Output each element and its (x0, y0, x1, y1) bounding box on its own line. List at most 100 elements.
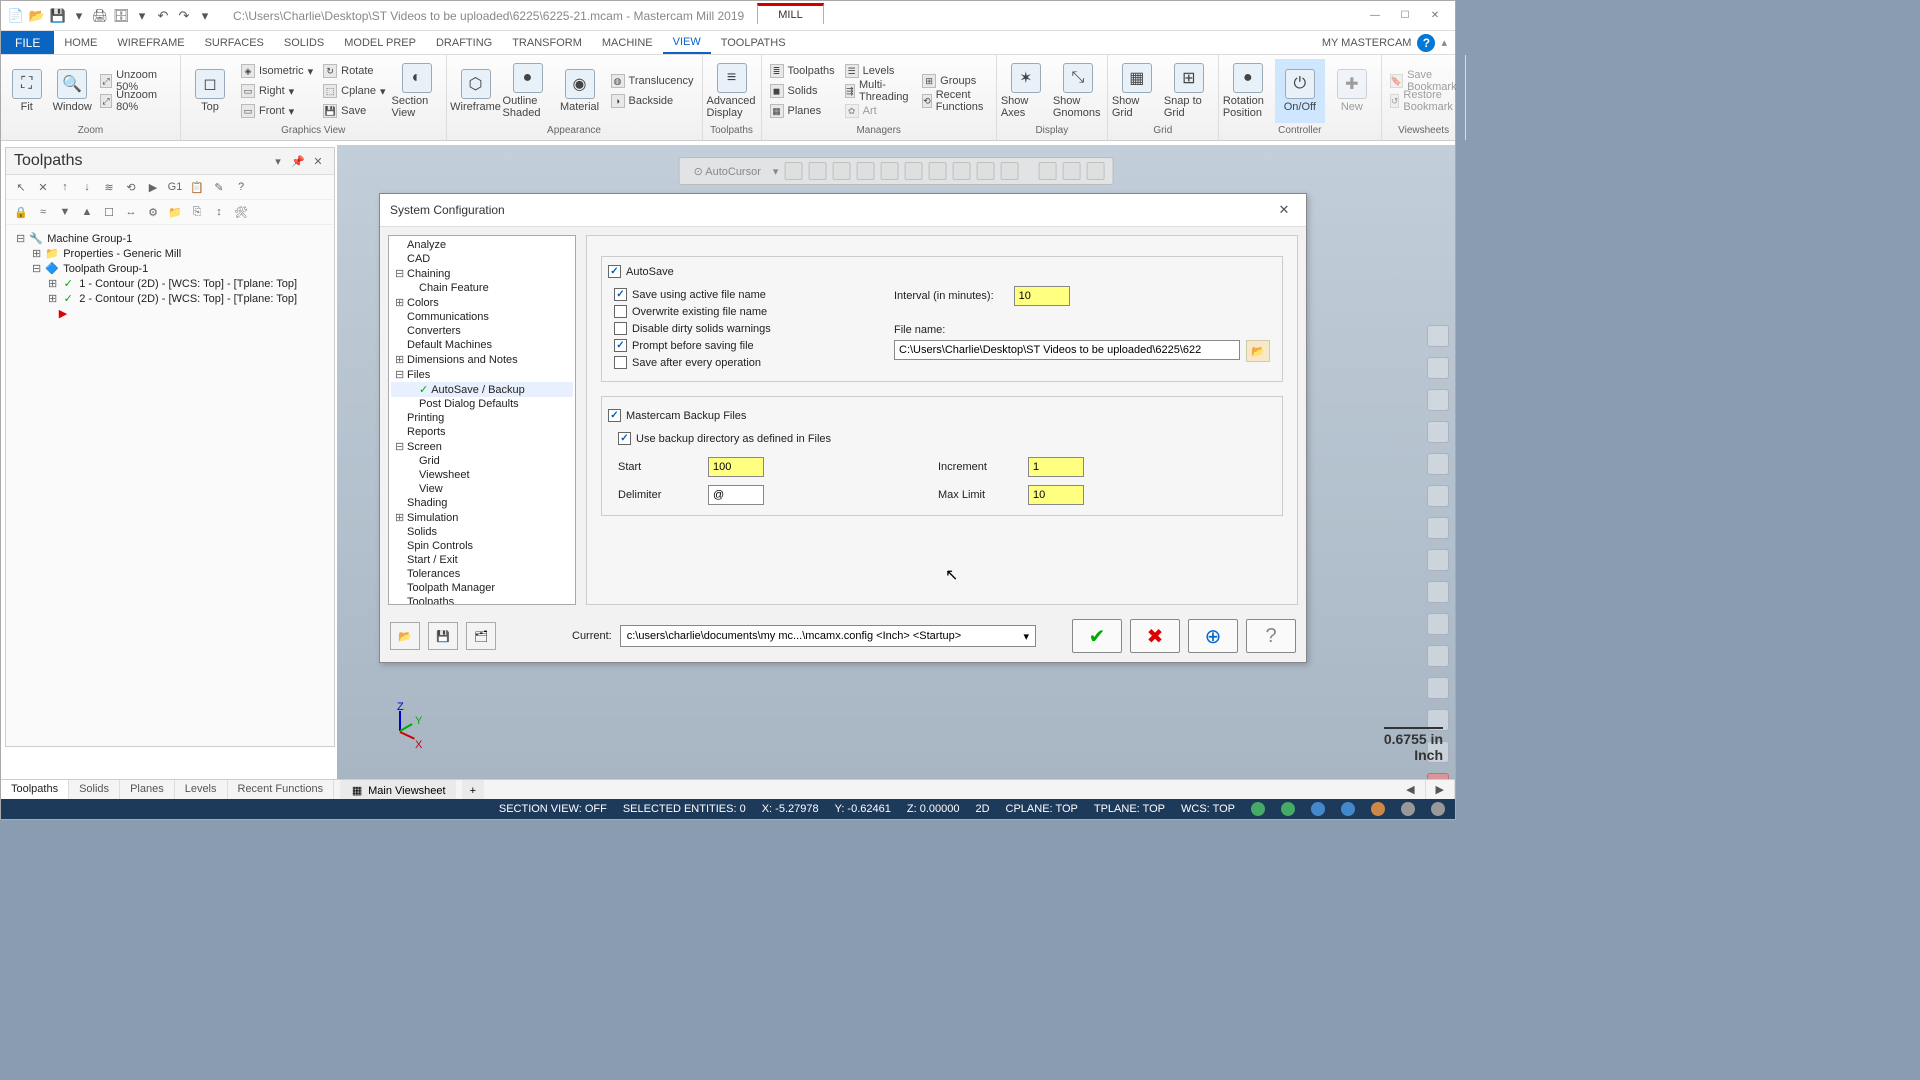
ac-btn-7[interactable] (928, 162, 946, 180)
show-gnomons-button[interactable]: ⤡Show Gnomons (1053, 59, 1103, 123)
window-zoom-button[interactable]: 🔍Window (50, 59, 93, 123)
tb-post-icon[interactable]: 📋 (188, 178, 206, 196)
tb-lock-icon[interactable]: 🔒 (12, 203, 30, 221)
tb-insert-icon[interactable]: ⎘ (188, 203, 206, 221)
add-viewsheet-button[interactable]: + (462, 780, 484, 801)
translucency-button[interactable]: ◍Translucency (607, 72, 698, 90)
tb-edit-icon[interactable]: ✎ (210, 178, 228, 196)
qat-down-icon[interactable]: ▾ (70, 7, 88, 25)
operations-tree[interactable]: ⊟🔧Machine Group-1 ⊞📁Properties - Generic… (6, 225, 334, 326)
gutter-11[interactable] (1427, 645, 1449, 667)
qat-redo-icon[interactable]: ↷ (175, 7, 193, 25)
material-button[interactable]: ◉Material (555, 59, 605, 123)
qat-more-icon[interactable]: ▾ (133, 7, 151, 25)
unzoom-50-button[interactable]: ⤢Unzoom 50% (96, 72, 176, 90)
status-section[interactable]: SECTION VIEW: OFF (499, 803, 607, 815)
tb-options-icon[interactable]: ⚙ (144, 203, 162, 221)
onoff-button[interactable]: ⏻On/Off (1275, 59, 1325, 123)
rotation-position-button[interactable]: ●Rotation Position (1223, 59, 1273, 123)
gutter-2[interactable] (1427, 357, 1449, 379)
mgr-multithread-button[interactable]: ⇶Multi-Threading (841, 82, 917, 100)
save-bookmark-button[interactable]: 🔖Save Bookmark (1386, 72, 1462, 90)
overwrite-checkbox[interactable] (614, 305, 627, 318)
qat-undo-icon[interactable]: ↶ (154, 7, 172, 25)
top-view-button[interactable]: ◻Top (185, 59, 235, 123)
mgr-planes-button[interactable]: ▦Planes (766, 102, 839, 120)
tree-op-1[interactable]: 1 - Contour (2D) - [WCS: Top] - [Tplane:… (79, 278, 297, 290)
isometric-button[interactable]: ◈Isometric▾ (237, 62, 317, 80)
mgr-groups-button[interactable]: ⊞Groups (918, 72, 992, 90)
menu-home[interactable]: HOME (54, 31, 107, 54)
cancel-button[interactable]: ✖ (1130, 619, 1180, 653)
ac-btn-13[interactable] (1086, 162, 1104, 180)
tb-tool-icon[interactable]: 🛠 (232, 203, 250, 221)
panel-close-icon[interactable]: ✕ (310, 153, 326, 169)
tab-solids[interactable]: Solids (69, 780, 120, 801)
ac-btn-9[interactable] (976, 162, 994, 180)
new-view-button[interactable]: ✚New (1327, 59, 1377, 123)
ac-btn-6[interactable] (904, 162, 922, 180)
backup-enable-checkbox[interactable] (608, 409, 621, 422)
qat-open-icon[interactable]: 📂 (28, 7, 46, 25)
tb-help-icon[interactable]: ? (232, 178, 250, 196)
outline-shaded-button[interactable]: ●Outline Shaded (503, 59, 553, 123)
tab-planes[interactable]: Planes (120, 780, 175, 801)
ac-btn-12[interactable] (1062, 162, 1080, 180)
my-mastercam-link[interactable]: MY MASTERCAM (1322, 37, 1412, 49)
mgr-art-button[interactable]: ✿Art (841, 102, 917, 120)
right-view-button[interactable]: ▭Right▾ (237, 82, 317, 100)
gutter-4[interactable] (1427, 421, 1449, 443)
rotate-button[interactable]: ↻Rotate (319, 62, 389, 80)
menu-solids[interactable]: SOLIDS (274, 31, 334, 54)
tab-recent[interactable]: Recent Functions (228, 780, 335, 801)
save-view-button[interactable]: 💾Save (319, 102, 389, 120)
backup-usedir-checkbox[interactable] (618, 432, 631, 445)
status-dim[interactable]: 2D (975, 803, 989, 815)
tab-levels[interactable]: Levels (175, 780, 228, 801)
mgr-toolpaths-button[interactable]: ≣Toolpaths (766, 62, 839, 80)
tb-folder-icon[interactable]: 📁 (166, 203, 184, 221)
ac-btn-2[interactable] (808, 162, 826, 180)
tb-regenerative-icon[interactable]: ⟲ (122, 178, 140, 196)
tb-select-icon[interactable]: ↖ (12, 178, 30, 196)
qat-print-icon[interactable]: 🖨 (91, 7, 109, 25)
gutter-9[interactable] (1427, 581, 1449, 603)
tab-toolpaths[interactable]: Toolpaths (1, 780, 69, 801)
qat-new-icon[interactable]: 📄 (7, 7, 25, 25)
save-active-checkbox[interactable] (614, 288, 627, 301)
ac-btn-1[interactable] (784, 162, 802, 180)
status-cplane[interactable]: CPLANE: TOP (1006, 803, 1078, 815)
maxlimit-input[interactable] (1028, 485, 1084, 505)
tree-machine-group[interactable]: Machine Group-1 (47, 233, 132, 245)
tb-tri-up-icon[interactable]: ▲ (78, 203, 96, 221)
save-config-button[interactable]: 💾 (428, 622, 458, 650)
fit-button[interactable]: ⛶Fit (5, 59, 48, 123)
panel-dropdown-icon[interactable]: ▾ (270, 153, 286, 169)
dialog-close-button[interactable]: ✕ (1272, 200, 1296, 220)
context-tab-mill[interactable]: MILL (757, 3, 823, 24)
tb-tri-down-icon[interactable]: ▼ (56, 203, 74, 221)
browse-button[interactable]: 📂 (1246, 340, 1270, 362)
minimize-button[interactable]: — (1361, 6, 1389, 26)
ac-btn-11[interactable] (1038, 162, 1056, 180)
tb-down-icon[interactable]: ↓ (78, 178, 96, 196)
sb-icon-4[interactable] (1341, 802, 1355, 816)
ac-btn-5[interactable] (880, 162, 898, 180)
close-button[interactable]: ✕ (1421, 6, 1449, 26)
tb-sort-icon[interactable]: ↕ (210, 203, 228, 221)
ac-btn-8[interactable] (952, 162, 970, 180)
front-view-button[interactable]: ▭Front▾ (237, 102, 317, 120)
menu-toolpaths[interactable]: TOOLPATHS (711, 31, 796, 54)
status-wcs[interactable]: WCS: TOP (1181, 803, 1235, 815)
ac-btn-10[interactable] (1000, 162, 1018, 180)
sb-icon-5[interactable] (1371, 802, 1385, 816)
unzoom-80-button[interactable]: ⤢Unzoom 80% (96, 92, 176, 110)
gutter-add-icon[interactable] (1427, 325, 1449, 347)
viewsheet-tab[interactable]: ▦Main Viewsheet (340, 780, 455, 801)
help-button[interactable]: ? (1246, 619, 1296, 653)
mgr-solids-button[interactable]: ◼Solids (766, 82, 839, 100)
tb-box-icon[interactable]: ☐ (100, 203, 118, 221)
tb-up-icon[interactable]: ↑ (56, 178, 74, 196)
ac-btn-3[interactable] (832, 162, 850, 180)
wireframe-button[interactable]: ⬡Wireframe (451, 59, 501, 123)
